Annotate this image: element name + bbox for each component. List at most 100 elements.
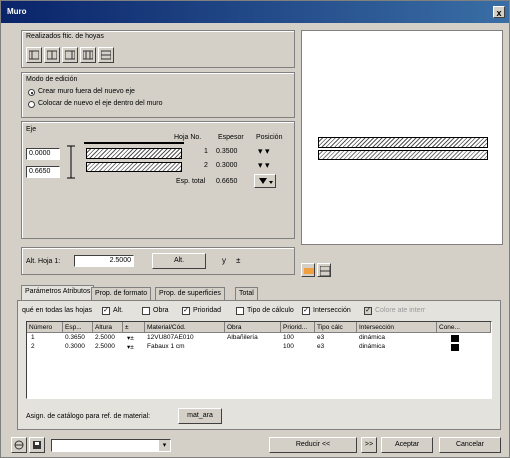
swap-icon [304, 268, 314, 274]
col-icon[interactable]: ± [123, 322, 145, 333]
total-value: 0.6650 [216, 178, 238, 185]
save-icon [33, 441, 41, 449]
col-connection[interactable]: Cone... [437, 322, 491, 333]
layout-1-icon [29, 50, 39, 60]
layout-4-icon [83, 50, 93, 60]
filter-calc-checkbox[interactable] [236, 307, 244, 315]
axis-label: Eje [26, 126, 37, 133]
row-number: 2 [31, 343, 35, 350]
tab-format[interactable]: Prop. de formato [91, 287, 152, 300]
wall-dialog: Muro x Realizados ftic. de hoyas Modo de… [0, 0, 510, 458]
edit-mode-label: Modo de edición [26, 76, 78, 83]
title-bar: Muro x [1, 1, 509, 23]
recenter-axis-radio[interactable] [28, 101, 35, 108]
catalog-label: Asign. de catálogo para ref. de material… [26, 413, 151, 420]
globe-icon [14, 440, 24, 450]
recenter-axis-label: Colocar de nuevo el eje dentro del muro [38, 100, 163, 107]
position-col-header: Posición [256, 134, 283, 141]
accept-button[interactable]: Aceptar [381, 437, 433, 453]
tab-parameters[interactable]: Parámetros Atributos [21, 285, 95, 300]
height-options-button[interactable]: Alt. [152, 253, 206, 269]
connection-icon[interactable] [451, 344, 459, 351]
filter-height-checkbox[interactable]: ✓ [102, 307, 110, 315]
col-thickness[interactable]: Esp... [63, 322, 93, 333]
create-outside-radio[interactable] [28, 89, 35, 96]
row-calc-type: e3 [317, 343, 325, 350]
row-position-icon: ▾± [127, 344, 134, 351]
globe-button[interactable] [11, 437, 27, 453]
row-height: 2.5000 [95, 334, 115, 341]
row-calc-type: e3 [317, 334, 325, 341]
preview-toggle-button-2[interactable] [317, 263, 331, 277]
height-input[interactable]: 2.5000 [74, 255, 134, 267]
layout-button-5[interactable] [98, 47, 114, 63]
reduce-button[interactable]: Reducir << [269, 437, 357, 453]
filter-color-label: Colore ate interr [375, 307, 426, 314]
catalog-button[interactable]: mat_ara [178, 408, 222, 424]
filter-calc-label: Tipo de cálculo [247, 307, 294, 314]
axis-top-field[interactable]: 0.0000 [26, 148, 60, 160]
filter-height-label: Alt. [113, 307, 124, 314]
filter-intersection-label: Intersección [313, 307, 351, 314]
filter-color-checkbox[interactable]: ✓ [364, 307, 372, 315]
filter-intersection-checkbox[interactable]: ✓ [302, 307, 310, 315]
create-outside-label: Crear muro fuera del nuevo eje [38, 88, 135, 95]
layer-2-thickness: 0.3000 [216, 162, 238, 169]
col-work[interactable]: Obra [225, 322, 281, 333]
close-button[interactable]: x [493, 6, 505, 18]
preview-layer-2 [318, 150, 488, 160]
col-priority[interactable]: Priorid... [281, 322, 315, 333]
row-thickness: 0.3000 [65, 343, 85, 350]
preview-toggle-button-1[interactable] [301, 263, 315, 277]
col-calc-type[interactable]: Tipo cálc [315, 322, 357, 333]
layout-button-1[interactable] [26, 47, 42, 63]
filter-work-label: Obra [153, 307, 169, 314]
row-intersection: dinámica [359, 334, 386, 341]
tab-total[interactable]: Total [235, 287, 258, 300]
col-material[interactable]: Material/Cód. [145, 322, 225, 333]
row-priority: 100 [283, 334, 294, 341]
position-1-icon[interactable]: ▾ ▾ [258, 146, 270, 157]
axis-line [84, 142, 184, 144]
position-total-icon [259, 178, 273, 184]
cancel-button[interactable]: Cancelar [439, 437, 501, 453]
favorites-dropdown[interactable]: ▾ [51, 439, 171, 452]
window-title: Muro [7, 7, 27, 16]
layer-2-number: 2 [204, 162, 208, 169]
toolbar-group-label: Realizados ftic. de hoyas [26, 33, 104, 40]
height-y-label: y [222, 256, 226, 265]
layout-button-3[interactable] [62, 47, 78, 63]
filter-priority-label: Prioridad [193, 307, 222, 314]
edit-mode-group: Modo de edición Crear muro fuera del nue… [21, 72, 295, 118]
layout-button-4[interactable] [80, 47, 96, 63]
row-position-icon: ▾± [127, 335, 134, 342]
layer-1-preview [86, 148, 182, 159]
col-intersection[interactable]: Intersección [357, 322, 437, 333]
filter-work-checkbox[interactable] [142, 307, 150, 315]
row-intersection: dinámica [359, 343, 386, 350]
row-priority: 100 [283, 343, 294, 350]
row-thickness: 0.3650 [65, 334, 85, 341]
layout-2-icon [47, 50, 57, 60]
layers-table: Número Esp... Altura ± Material/Cód. Obr… [26, 321, 492, 399]
axis-group: Eje 0.0000 0.6650 Hoja No. Espesor Posic… [21, 121, 295, 239]
axis-dimension-icon [67, 145, 75, 179]
tab-surfaces[interactable]: Prop. de superficies [155, 287, 225, 300]
chevron-down-icon[interactable]: ▾ [159, 440, 170, 451]
save-favorite-button[interactable] [29, 437, 45, 453]
row-material: 12VU807AE010 [147, 334, 194, 341]
layout-button-2[interactable] [44, 47, 60, 63]
layout-5-icon [101, 50, 111, 60]
connection-icon[interactable] [451, 335, 459, 342]
filter-priority-checkbox[interactable]: ✓ [182, 307, 190, 315]
layer-2-preview [86, 162, 182, 172]
preview-layer-1 [318, 137, 488, 148]
table-row[interactable]: 2 0.3000 2.5000 ▾± Fabaux 1 cm 100 e3 di… [27, 343, 491, 353]
col-number[interactable]: Número [27, 322, 63, 333]
col-height[interactable]: Altura [93, 322, 123, 333]
position-total-button[interactable] [254, 174, 276, 188]
height-label: Alt. Hoja 1: [26, 258, 61, 265]
axis-bottom-field[interactable]: 0.6650 [26, 166, 60, 178]
position-2-icon[interactable]: ▾ ▾ [258, 160, 270, 171]
forward-button[interactable]: >> [361, 437, 377, 453]
